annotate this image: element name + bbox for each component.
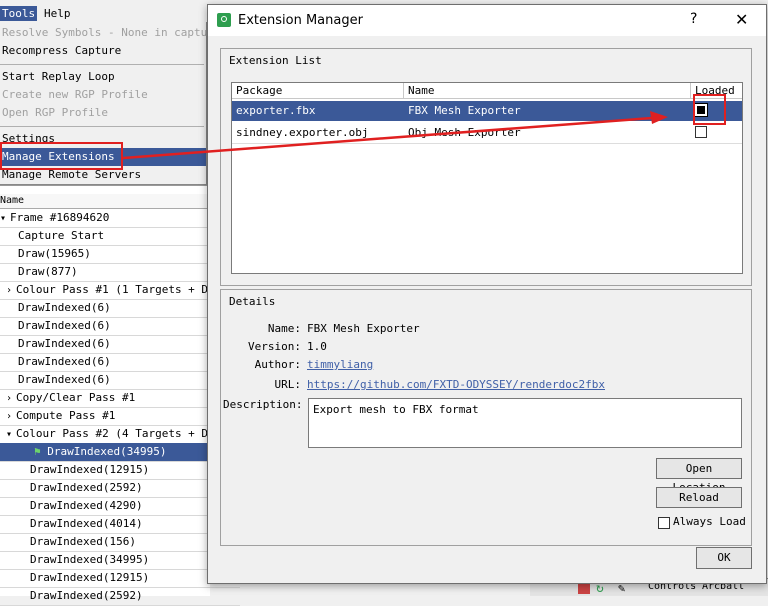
- annotation-box-manage-extensions: [0, 142, 123, 170]
- url-label: URL:: [274, 378, 302, 391]
- event-label: Draw(877): [18, 265, 78, 278]
- event-label: DrawIndexed(156): [30, 535, 136, 548]
- event-label: DrawIndexed(34995): [47, 445, 167, 458]
- event-label: DrawIndexed(6): [18, 301, 111, 314]
- event-label: DrawIndexed(12915): [30, 571, 150, 584]
- event-label: DrawIndexed(12915): [30, 463, 150, 476]
- extension-list-title: Extension List: [229, 54, 322, 67]
- event-label: Frame #16894620: [10, 211, 110, 224]
- event-row[interactable]: DrawIndexed(6): [0, 335, 228, 354]
- event-label: Copy/Clear Pass #1: [16, 391, 136, 404]
- url-link[interactable]: https://github.com/FXTD-ODYSSEY/renderdo…: [307, 378, 605, 391]
- name-value: FBX Mesh Exporter: [307, 322, 420, 335]
- event-row[interactable]: DrawIndexed(4290): [0, 497, 240, 516]
- event-row[interactable]: › Compute Pass #1: [0, 407, 216, 426]
- event-row[interactable]: ▾ Frame #16894620: [0, 209, 210, 228]
- column-header-package[interactable]: Package: [232, 83, 404, 99]
- collapse-icon[interactable]: ▾: [6, 426, 16, 443]
- menu-separator: [0, 126, 204, 127]
- event-row[interactable]: DrawIndexed(4014): [0, 515, 240, 534]
- event-row[interactable]: DrawIndexed(2592): [0, 587, 240, 606]
- event-row[interactable]: DrawIndexed(6): [0, 353, 228, 372]
- event-row[interactable]: Capture Start: [0, 227, 228, 246]
- event-row[interactable]: DrawIndexed(12915): [0, 461, 240, 480]
- description-box: Export mesh to FBX format: [308, 398, 742, 448]
- event-browser-header[interactable]: Name: [0, 194, 210, 209]
- expand-icon[interactable]: ›: [6, 390, 16, 407]
- menu-separator: [0, 64, 204, 65]
- ok-button[interactable]: OK: [696, 547, 752, 569]
- version-label: Version:: [248, 340, 301, 353]
- extension-name: Obj Mesh Exporter: [408, 126, 521, 139]
- menu-item-resolve-symbols[interactable]: Resolve Symbols - None in capture: [2, 24, 221, 42]
- always-load-checkbox[interactable]: [658, 517, 670, 529]
- event-row[interactable]: DrawIndexed(6): [0, 371, 228, 390]
- dialog-title-bar: Extension Manager ? ✕: [208, 5, 766, 36]
- description-label: Description:: [223, 398, 303, 411]
- event-row[interactable]: DrawIndexed(12915): [0, 569, 240, 588]
- close-icon[interactable]: ✕: [735, 10, 748, 29]
- reload-button[interactable]: Reload: [656, 487, 742, 508]
- event-label: DrawIndexed(34995): [30, 553, 150, 566]
- annotation-box-loaded: [693, 94, 726, 125]
- menu-item-start-replay-loop[interactable]: Start Replay Loop: [2, 68, 115, 86]
- column-header-name[interactable]: Name: [404, 83, 691, 99]
- event-row[interactable]: › Copy/Clear Pass #1: [0, 389, 216, 408]
- menu-bar: Tools Help: [0, 0, 210, 22]
- extension-row[interactable]: sindney.exporter.obj Obj Mesh Exporter: [232, 123, 742, 144]
- current-event-flag-icon: ⚑: [34, 445, 48, 458]
- event-label: DrawIndexed(6): [18, 337, 111, 350]
- author-link[interactable]: timmyliang: [307, 358, 373, 371]
- event-label: DrawIndexed(2592): [30, 589, 143, 602]
- event-label: DrawIndexed(4014): [30, 517, 143, 530]
- event-row[interactable]: DrawIndexed(2592): [0, 479, 240, 498]
- dialog-title: Extension Manager: [238, 13, 363, 28]
- event-row[interactable]: ▾Colour Pass #2 (4 Targets + Depth): [0, 425, 216, 444]
- event-row[interactable]: DrawIndexed(6): [0, 299, 228, 318]
- event-label: DrawIndexed(2592): [30, 481, 143, 494]
- open-location-button[interactable]: Open Location: [656, 458, 742, 494]
- event-label: DrawIndexed(6): [18, 373, 111, 386]
- extension-list-group: Extension List Package Name Loaded expor…: [220, 48, 752, 286]
- event-label: Capture Start: [18, 229, 105, 242]
- event-label: Colour Pass #1 (1 Targets + Depth): [16, 283, 216, 296]
- details-group: Details Name: FBX Mesh Exporter Version:…: [220, 289, 752, 546]
- extension-package: exporter.fbx: [236, 104, 316, 117]
- extension-manager-dialog: Extension Manager ? ✕ Extension List Pac…: [207, 4, 767, 584]
- extension-name: FBX Mesh Exporter: [408, 104, 521, 117]
- event-label: DrawIndexed(4290): [30, 499, 143, 512]
- event-label: DrawIndexed(6): [18, 355, 111, 368]
- event-label: DrawIndexed(6): [18, 319, 111, 332]
- menu-item-recompress-capture[interactable]: Recompress Capture: [2, 42, 121, 60]
- author-label: Author:: [254, 358, 301, 371]
- loaded-checkbox[interactable]: [695, 126, 707, 138]
- event-label: Compute Pass #1: [16, 409, 116, 422]
- menu-help[interactable]: Help: [42, 6, 73, 21]
- extension-row-selected[interactable]: exporter.fbx FBX Mesh Exporter: [232, 94, 742, 125]
- event-row[interactable]: DrawIndexed(34995): [0, 551, 240, 570]
- event-row[interactable]: DrawIndexed(156): [0, 533, 240, 552]
- expand-icon[interactable]: ›: [6, 408, 16, 425]
- menu-item-open-rgp-profile[interactable]: Open RGP Profile: [2, 104, 108, 122]
- renderdoc-app-icon: [217, 13, 231, 27]
- extension-table: Package Name Loaded exporter.fbx FBX Mes…: [231, 82, 743, 274]
- always-load-label[interactable]: Always Load: [673, 515, 746, 528]
- extension-package: sindney.exporter.obj: [236, 126, 369, 139]
- event-label: Colour Pass #2 (4 Targets + Depth): [16, 427, 216, 440]
- event-row[interactable]: Draw(877): [0, 263, 228, 282]
- event-row[interactable]: ›Colour Pass #1 (1 Targets + Depth): [0, 281, 216, 300]
- menu-tools[interactable]: Tools: [0, 6, 38, 21]
- name-label: Name:: [267, 322, 301, 335]
- collapse-icon[interactable]: ▾: [0, 210, 10, 227]
- event-row[interactable]: DrawIndexed(6): [0, 317, 228, 336]
- details-title: Details: [229, 295, 276, 308]
- version-value: 1.0: [307, 340, 327, 353]
- event-label: Draw(15965): [18, 247, 91, 260]
- event-browser: Name ▾ Frame #16894620 Capture Start Draw…: [0, 185, 244, 606]
- event-row[interactable]: Draw(15965): [0, 245, 228, 264]
- expand-icon[interactable]: ›: [6, 282, 16, 299]
- help-button[interactable]: ?: [690, 11, 697, 27]
- menu-item-create-rgp-profile[interactable]: Create new RGP Profile: [2, 86, 148, 104]
